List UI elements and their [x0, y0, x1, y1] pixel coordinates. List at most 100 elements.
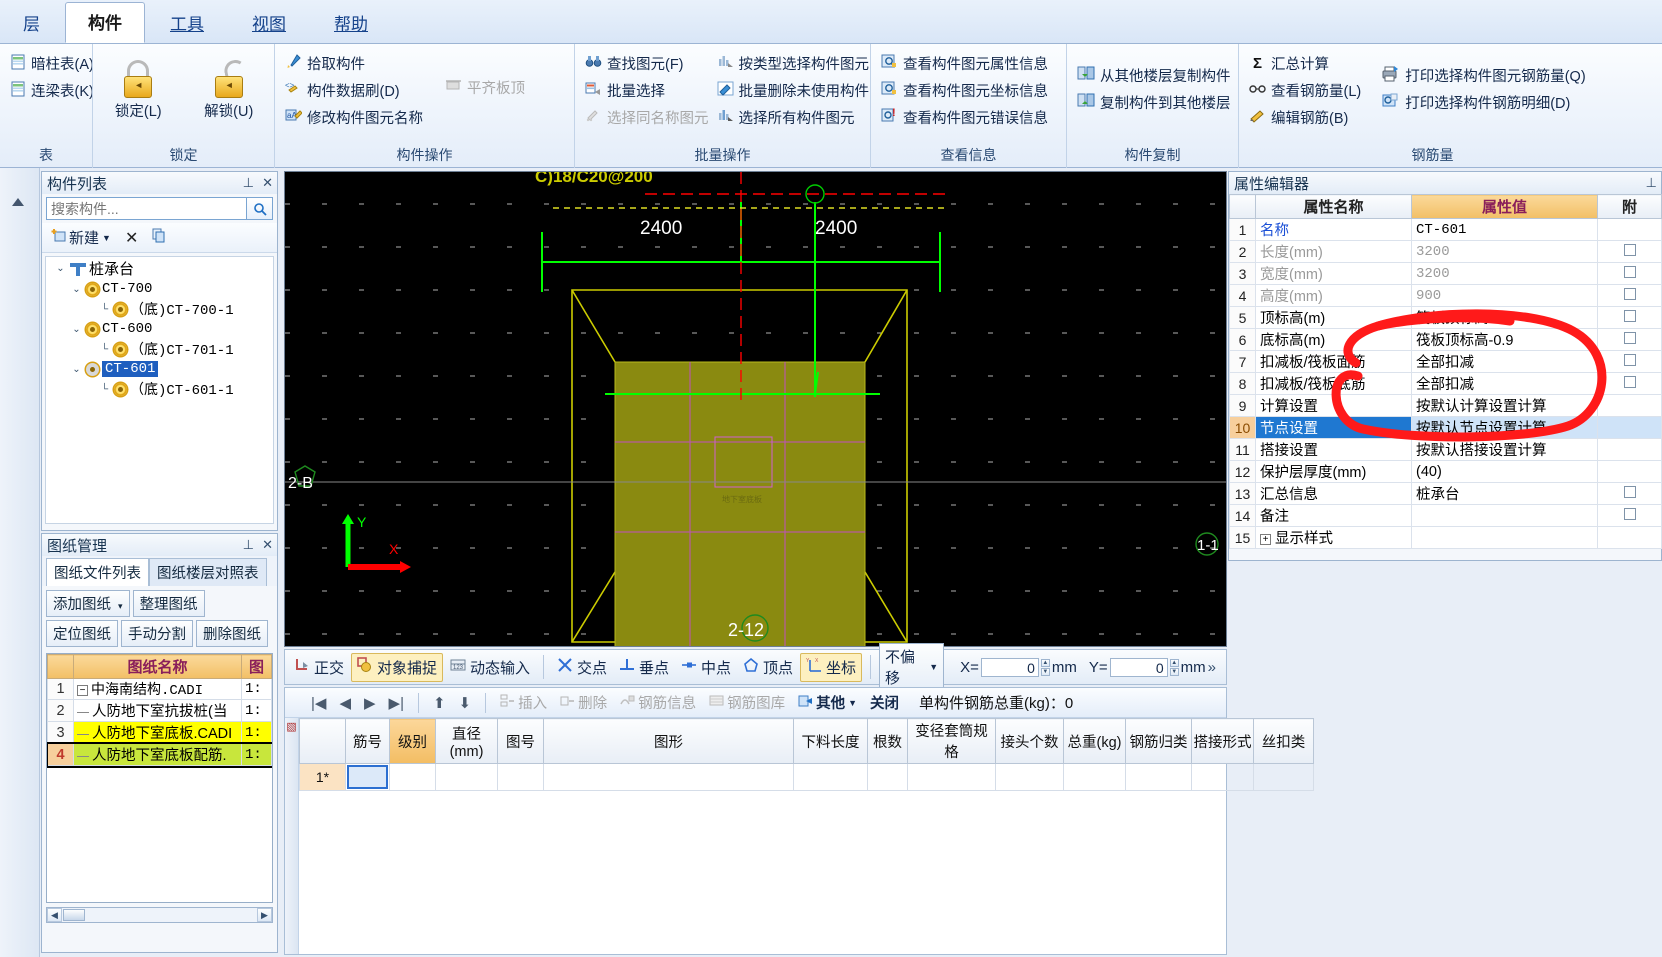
prop-value-cell[interactable]: 按默认搭接设置计算	[1411, 438, 1598, 461]
pick-component-button[interactable]: 拾取构件	[283, 50, 429, 77]
chevron-down-icon[interactable]: ⌄	[70, 364, 83, 375]
rebar-cell-joint-count[interactable]	[995, 763, 1064, 791]
prop-value-cell[interactable]: CT-601	[1411, 218, 1598, 241]
table-row[interactable]: 4 高度(mm) 900	[1229, 284, 1662, 307]
chevron-down-icon[interactable]: ▾	[118, 601, 123, 611]
prop-attach-cell[interactable]	[1597, 284, 1662, 307]
rebar-cell-category[interactable]	[1125, 763, 1192, 791]
table-row[interactable]: 9 计算设置 按默认计算设置计算	[1229, 394, 1662, 417]
rebar-cell-count[interactable]	[867, 763, 908, 791]
view-element-property-button[interactable]: 查看构件图元属性信息	[879, 50, 1054, 77]
table-row[interactable]: 13 汇总信息 桩承台	[1229, 482, 1662, 505]
attach-checkbox[interactable]	[1623, 485, 1636, 498]
pin-icon[interactable]: ⊥	[243, 537, 254, 553]
copy-component-button[interactable]	[149, 227, 170, 248]
snap-vertex[interactable]: 顶点	[738, 654, 798, 681]
prop-attach-cell[interactable]	[1597, 240, 1662, 263]
attach-checkbox[interactable]	[1623, 353, 1636, 366]
offset-x-field[interactable]: X= 0 ▲ ▼ mm	[960, 657, 1077, 677]
prop-attach-cell[interactable]	[1597, 372, 1662, 395]
chevron-down-icon[interactable]: ⌄	[54, 263, 67, 274]
drawing-name-cell[interactable]: 人防地下室底板.CADI	[73, 721, 242, 744]
move-up-button[interactable]: ⬆	[428, 691, 451, 715]
lock-button[interactable]: 锁定(L)	[101, 56, 176, 121]
table-row[interactable]: 6 底标高(m) 筏板顶标高-0.9	[1229, 328, 1662, 351]
chevron-down-icon[interactable]: ⌄	[70, 284, 83, 295]
table-row[interactable]: 3 宽度(mm) 3200	[1229, 262, 1662, 285]
locate-drawing-button[interactable]: 定位图纸	[46, 620, 118, 647]
batch-select-button[interactable]: 批量选择	[583, 77, 715, 104]
prop-value-cell[interactable]: 900	[1411, 284, 1598, 307]
batch-delete-unused-button[interactable]: 批量删除未使用构件	[715, 77, 876, 104]
print-selected-component-rebar-detail-button[interactable]: 打印选择构件钢筋明细(D)	[1379, 89, 1591, 116]
select-by-type-button[interactable]: 按类型选择构件图元	[715, 50, 876, 77]
selected-cell[interactable]	[347, 765, 388, 789]
prop-attach-cell[interactable]	[1597, 306, 1662, 329]
rebar-cell-total-weight[interactable]	[1063, 763, 1126, 791]
rebar-cell-diameter[interactable]	[435, 763, 498, 791]
property-grid[interactable]: 属性名称 属性值 附 1 名称 CT-601 2 长度(mm) 3200 3 宽…	[1229, 194, 1662, 549]
component-tree[interactable]: ⌄ 桩承台 ⌄ CT-700 └ （底)CT-700-1 ⌄ CT-600 └ …	[45, 256, 274, 524]
prop-name-cell[interactable]: + 显示样式	[1255, 526, 1412, 549]
table-row[interactable]: 12 保护层厚度(mm) (40)	[1229, 460, 1662, 483]
chevron-down-icon[interactable]: ▼	[929, 662, 938, 672]
tab-drawing-file-list[interactable]: 图纸文件列表	[46, 558, 149, 586]
prev-record-button[interactable]: ◀	[334, 691, 356, 715]
drawing-name-cell[interactable]: 人防地下室抗拔桩(当	[73, 699, 242, 722]
summary-calc-button[interactable]: Σ 汇总计算	[1247, 50, 1367, 77]
snap-intersection[interactable]: 交点	[552, 654, 612, 681]
drawing-table-hscrollbar[interactable]: ◀ ▶	[46, 907, 273, 923]
prop-value-cell[interactable]: 全部扣减	[1411, 372, 1598, 395]
rebar-grid[interactable]: 筋号 级别 直径(mm) 图号 图形 下料长度 根数 变径套筒规格 接头个数 总…	[299, 718, 1314, 791]
table-row-selected[interactable]: 10 节点设置 按默认节点设置计算	[1229, 416, 1662, 439]
prop-attach-cell[interactable]	[1597, 262, 1662, 285]
move-down-button[interactable]: ⬇	[454, 691, 477, 715]
prop-attach-cell[interactable]	[1597, 504, 1662, 527]
offset-x-input[interactable]: 0	[980, 657, 1039, 677]
view-rebar-qty-button[interactable]: 查看钢筋量(L)	[1247, 77, 1367, 104]
prop-value-cell[interactable]	[1411, 526, 1598, 549]
tab-floor[interactable]: 层	[0, 3, 63, 43]
offset-y-input[interactable]: 0	[1109, 657, 1168, 677]
tree-node-ct-601-1[interactable]: └ （底)CT-601-1	[46, 378, 273, 400]
table-row[interactable]: 2 人防地下室抗拔桩(当 1:	[47, 699, 272, 722]
chevron-down-icon[interactable]: ⌄	[70, 324, 83, 335]
snap-perpendicular[interactable]: 垂点	[614, 654, 674, 681]
table-row[interactable]: 5 顶标高(m) 筏板顶标高	[1229, 306, 1662, 329]
offset-x-spinner[interactable]: ▲ ▼	[1040, 658, 1050, 676]
drawing-name-cell[interactable]: 人防地下室底板配筋.	[73, 743, 242, 766]
snap-midpoint[interactable]: 中点	[676, 654, 736, 681]
delete-drawing-button[interactable]: 删除图纸	[196, 620, 268, 647]
offset-y-spinner[interactable]: ▲ ▼	[1169, 658, 1179, 676]
rebar-cell-bar-no[interactable]	[345, 763, 390, 791]
tree-node-pile-cap[interactable]: ⌄ 桩承台	[46, 257, 273, 280]
rename-component-button[interactable]: aA 修改构件图元名称	[283, 104, 429, 131]
attach-checkbox[interactable]	[1623, 331, 1636, 344]
prop-attach-cell[interactable]	[1597, 328, 1662, 351]
scrollbar-thumb[interactable]	[63, 909, 85, 921]
cad-drawing-canvas[interactable]: 2400 2400 C)18/C20@200 2-B 1-1 2-12 Y X …	[284, 171, 1227, 647]
tree-node-ct-600[interactable]: ⌄ CT-600	[46, 320, 273, 338]
view-element-coord-button[interactable]: 查看构件图元坐标信息	[879, 77, 1054, 104]
close-rebar-editor-button[interactable]: 关闭	[865, 689, 904, 716]
attach-checkbox[interactable]	[1623, 265, 1636, 278]
tree-node-ct-701-1[interactable]: └ （底)CT-701-1	[46, 338, 273, 360]
rebar-cell-shape-no[interactable]	[497, 763, 544, 791]
rebar-cell-lap-type[interactable]	[1191, 763, 1254, 791]
chevron-down-icon[interactable]: ▼	[848, 698, 857, 708]
expand-icon[interactable]: +	[1260, 533, 1271, 545]
prop-value-cell[interactable]: 按默认节点设置计算	[1411, 416, 1598, 439]
find-element-button[interactable]: 查找图元(F)	[583, 50, 715, 77]
table-row[interactable]: 14 备注	[1229, 504, 1662, 527]
tab-component[interactable]: 构件	[65, 2, 145, 43]
table-row[interactable]: 1 名称 CT-601	[1229, 218, 1662, 241]
ortho-toggle[interactable]: 正交	[289, 654, 349, 681]
tree-node-ct-601[interactable]: ⌄ CT-601	[46, 360, 273, 378]
rebar-cell-thread-type[interactable]	[1253, 763, 1314, 791]
attach-checkbox[interactable]	[1623, 287, 1636, 300]
prop-value-cell[interactable]: 筏板顶标高-0.9	[1411, 328, 1598, 351]
prop-attach-cell[interactable]	[1597, 482, 1662, 505]
rebar-cell-coupler-spec[interactable]	[907, 763, 996, 791]
collapse-icon[interactable]: −	[77, 684, 88, 696]
ribbon-item-hidden-column-table[interactable]: 暗柱表(A)	[8, 50, 100, 77]
